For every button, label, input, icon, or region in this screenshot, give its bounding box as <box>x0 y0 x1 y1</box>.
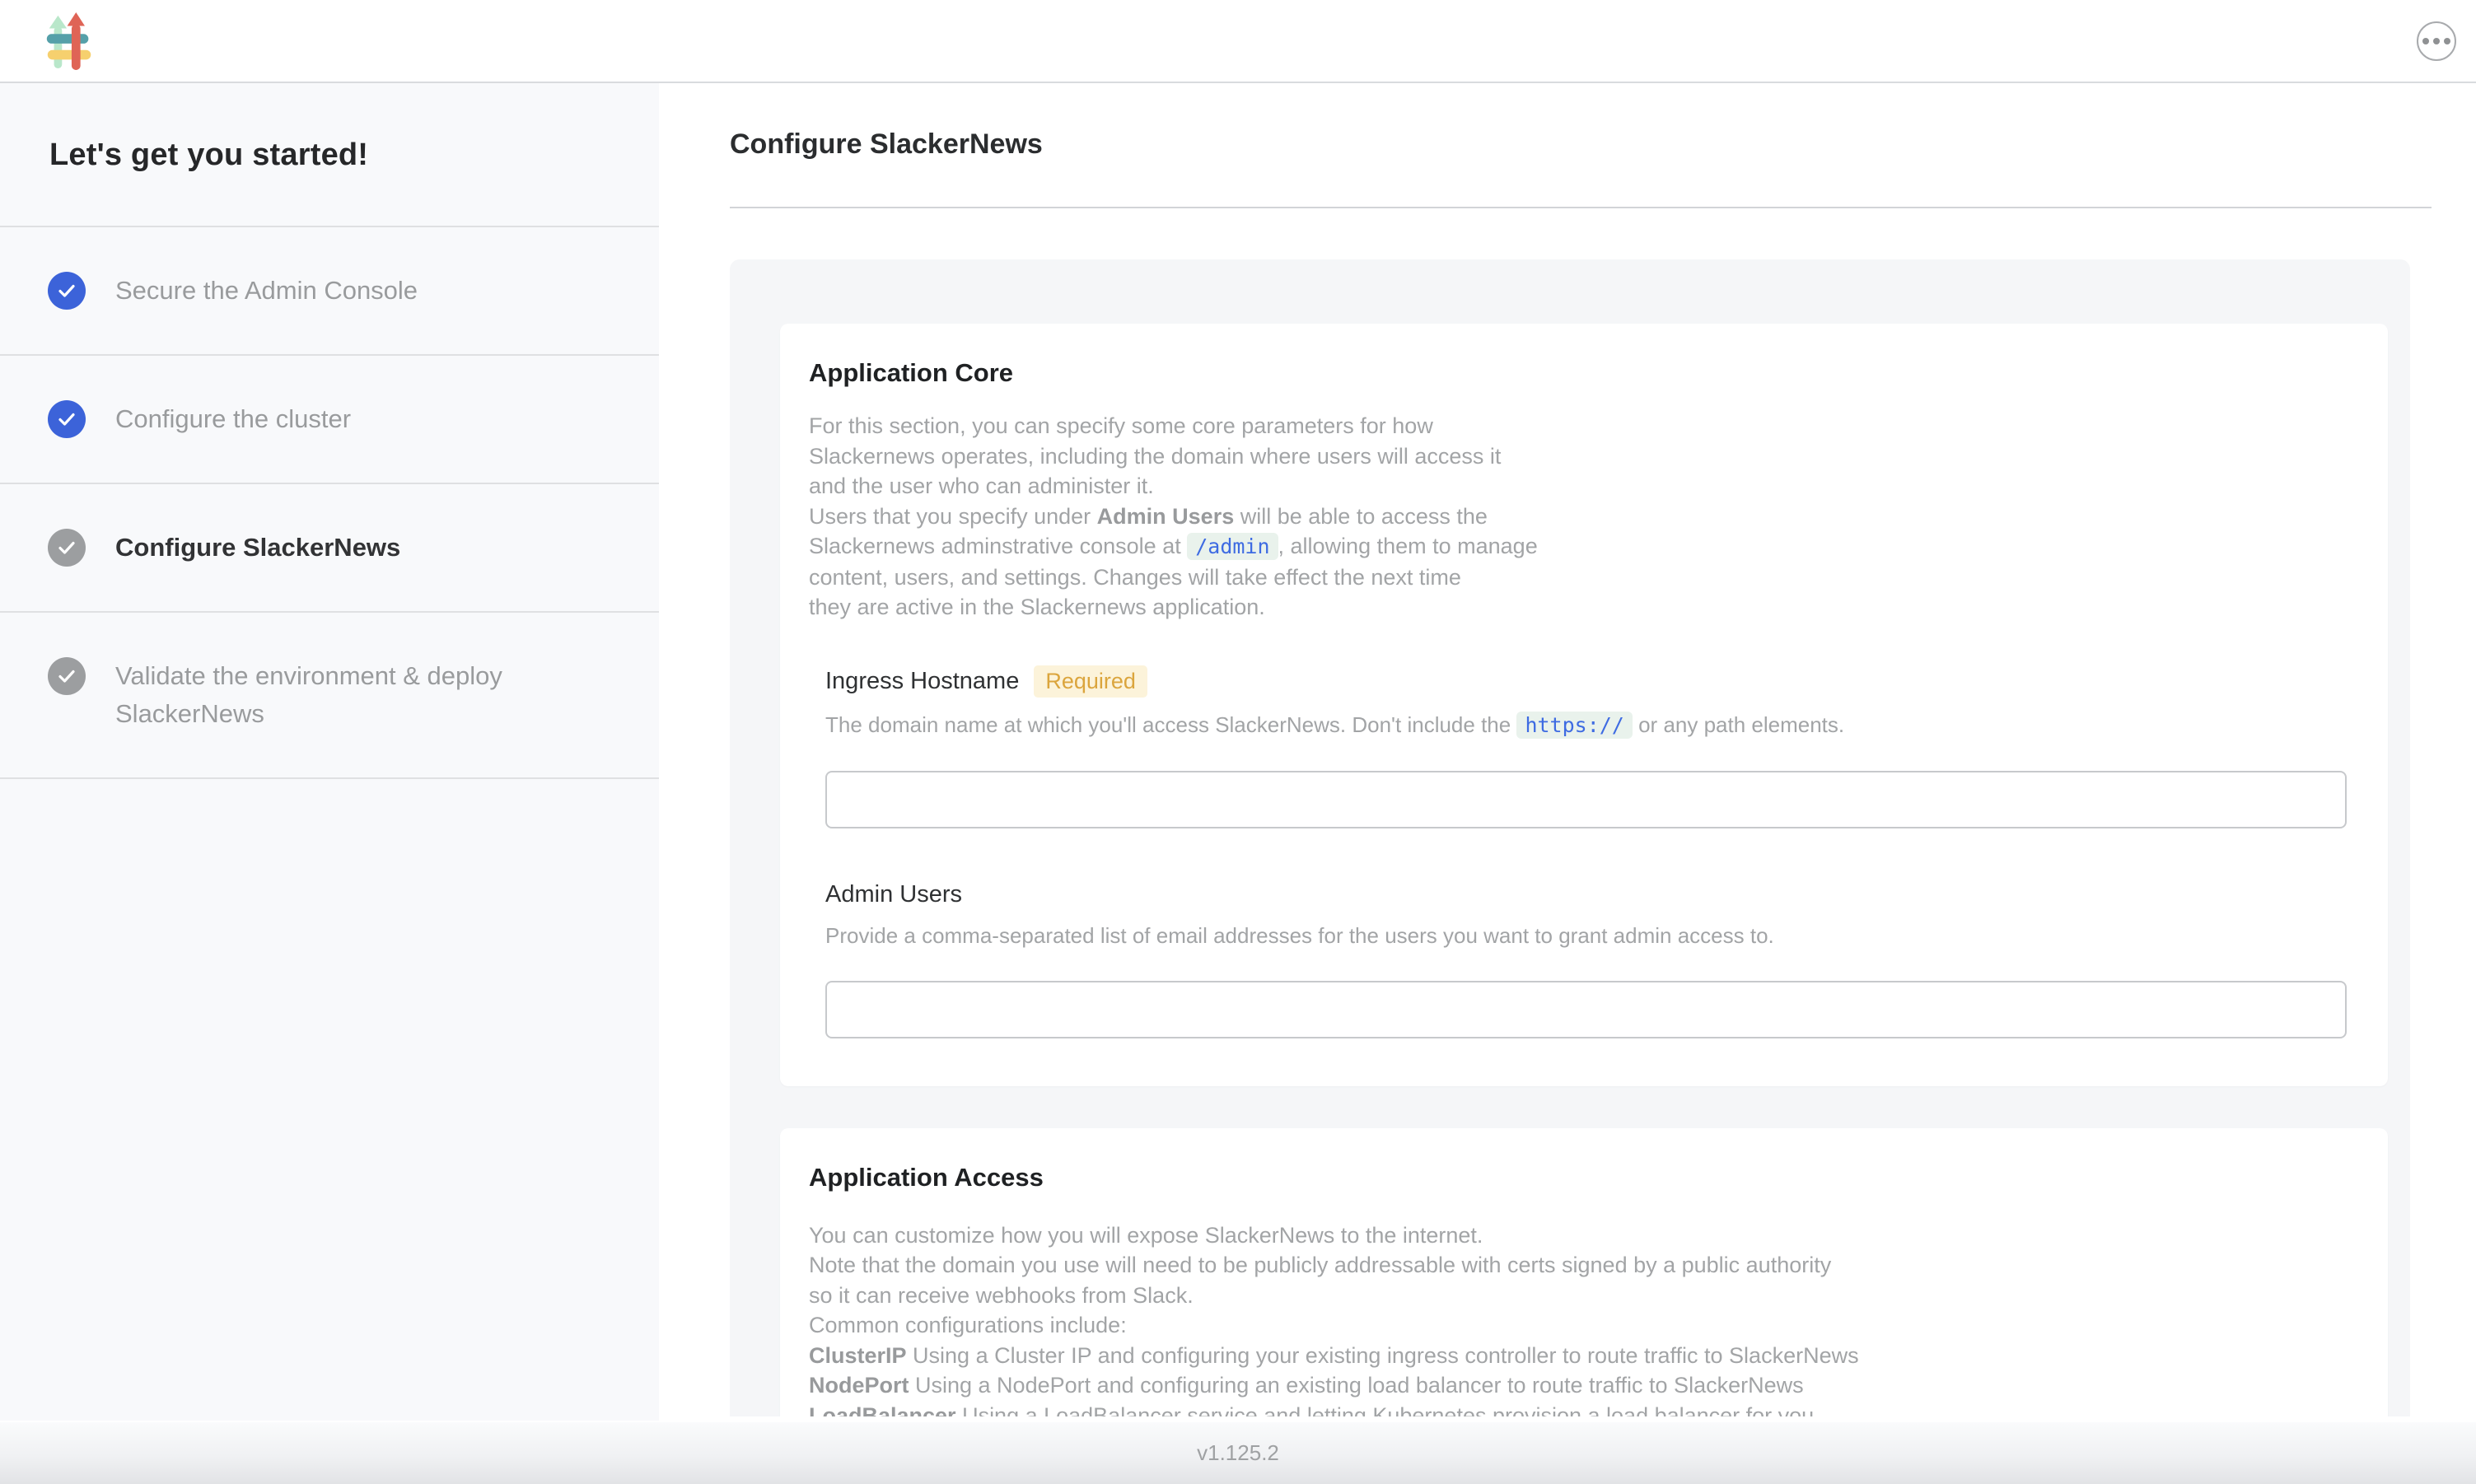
application-core-heading: Application Core <box>809 358 2347 388</box>
ingress-hostname-field: Ingress Hostname Required The domain nam… <box>825 665 2347 828</box>
sidebar-step-secure-admin-console[interactable]: Secure the Admin Console <box>0 227 659 356</box>
ingress-hostname-input[interactable] <box>825 771 2347 828</box>
step-label: Configure SlackerNews <box>115 529 400 567</box>
application-core-card: Application Core For this section, you c… <box>780 324 2388 1086</box>
application-core-description: For this section, you can specify some c… <box>809 411 2347 623</box>
config-main-panel: Configure SlackerNews Application Core F… <box>659 83 2476 1421</box>
ingress-hostname-label: Ingress Hostname <box>825 668 1019 695</box>
https-code-chip: https:// <box>1516 712 1632 739</box>
check-circle-icon <box>48 272 86 310</box>
top-header <box>0 0 2476 83</box>
page-title: Configure SlackerNews <box>730 128 2432 161</box>
check-circle-icon <box>48 657 86 695</box>
application-access-card: Application Access You can customize how… <box>780 1128 2388 1417</box>
sidebar-step-configure-cluster[interactable]: Configure the cluster <box>0 356 659 484</box>
sidebar-step-validate-deploy[interactable]: Validate the environment & deploy Slacke… <box>0 613 659 779</box>
admin-users-label: Admin Users <box>825 881 962 908</box>
sidebar-title: Let's get you started! <box>0 83 659 227</box>
config-form-panel: Application Core For this section, you c… <box>730 259 2410 1416</box>
check-circle-icon <box>48 400 86 438</box>
ingress-hostname-help: The domain name at which you'll access S… <box>825 711 2347 740</box>
version-label: v1.125.2 <box>1197 1440 1279 1466</box>
step-label: Configure the cluster <box>115 400 351 438</box>
check-circle-icon <box>48 529 86 567</box>
admin-path-code-chip: /admin <box>1187 533 1278 560</box>
content-row: Let's get you started! Secure the Admin … <box>0 83 2476 1421</box>
ellipsis-icon <box>2422 38 2450 44</box>
slackernews-logo-icon <box>46 12 94 70</box>
admin-users-help: Provide a comma-separated list of email … <box>825 922 2347 950</box>
admin-users-field: Admin Users Provide a comma-separated li… <box>825 881 2347 1038</box>
application-access-heading: Application Access <box>809 1163 2347 1192</box>
setup-steps-sidebar: Let's get you started! Secure the Admin … <box>0 83 659 1421</box>
version-footer: v1.125.2 <box>0 1422 2476 1484</box>
application-access-description: You can customize how you will expose Sl… <box>809 1220 2347 1417</box>
admin-users-input[interactable] <box>825 981 2347 1038</box>
required-badge: Required <box>1034 665 1147 698</box>
more-menu-button[interactable] <box>2417 21 2456 61</box>
sidebar-step-configure-slackernews[interactable]: Configure SlackerNews <box>0 484 659 613</box>
step-label: Secure the Admin Console <box>115 272 418 310</box>
title-divider <box>730 207 2432 208</box>
step-label: Validate the environment & deploy Slacke… <box>115 657 552 733</box>
